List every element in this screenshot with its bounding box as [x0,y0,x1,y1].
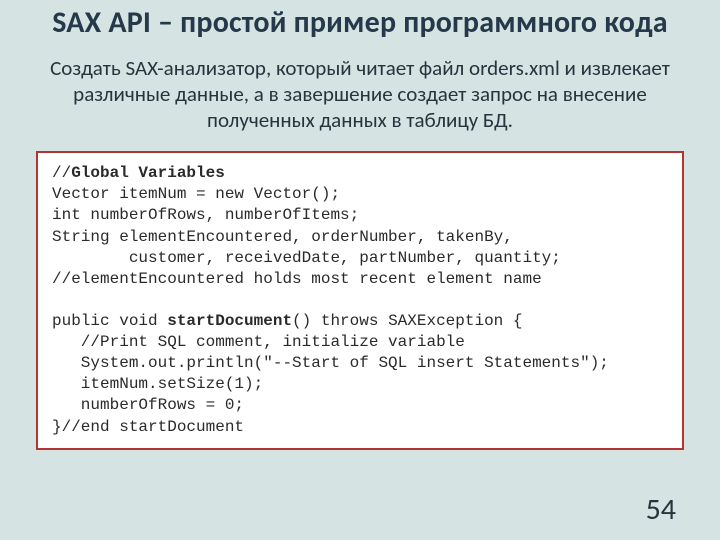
code-line: // [52,164,71,182]
slide-description: Создать SAX-анализатор, который читает ф… [48,55,672,134]
code-line-bold: startDocument [167,312,292,330]
slide-title: SAX API – простой пример программного ко… [34,6,686,41]
code-line: }//end startDocument [52,418,244,436]
code-line: //elementEncountered holds most recent e… [52,270,542,288]
code-line: int numberOfRows, numberOfItems; [52,206,359,224]
code-line-bold: Global Variables [71,164,225,182]
code-line: System.out.println("--Start of SQL inser… [52,354,609,372]
code-line: //Print SQL comment, initialize variable [52,333,465,351]
code-line: () throws SAXException { [292,312,522,330]
code-line: String elementEncountered, orderNumber, … [52,228,513,246]
slide: SAX API – простой пример программного ко… [0,0,720,540]
code-line: Vector itemNum = new Vector(); [52,185,340,203]
code-line: itemNum.setSize(1); [52,375,263,393]
code-line: public void [52,312,167,330]
code-line: numberOfRows = 0; [52,396,244,414]
code-box: //Global Variables Vector itemNum = new … [36,151,684,449]
page-number: 54 [646,491,676,528]
code-line: customer, receivedDate, partNumber, quan… [52,249,561,267]
